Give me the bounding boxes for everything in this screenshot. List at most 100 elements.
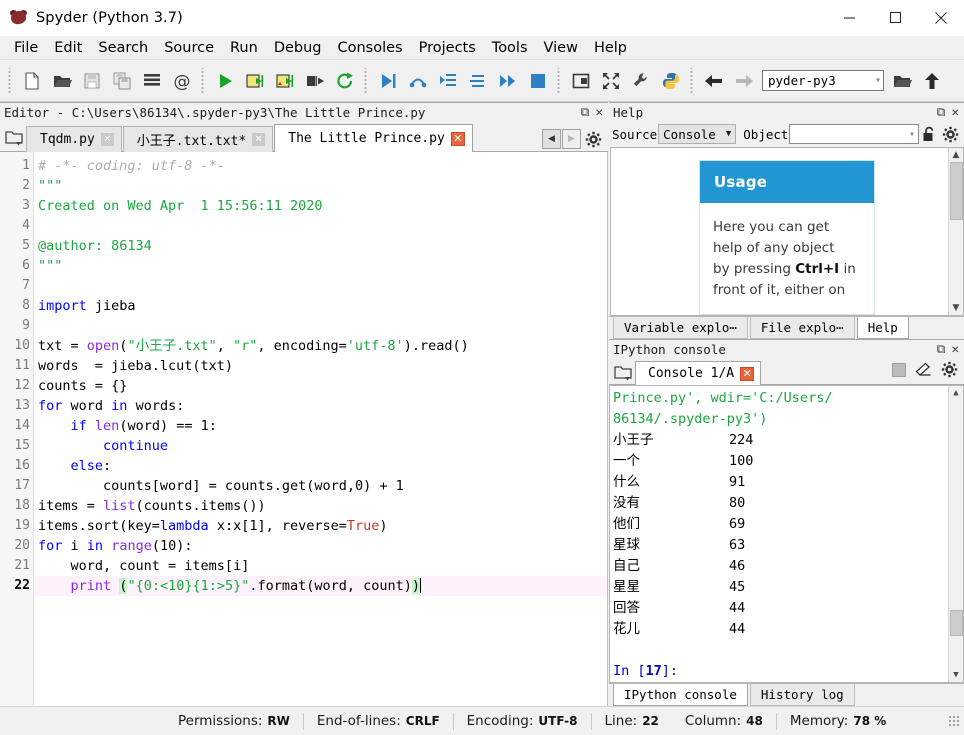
code-line[interactable]: import jieba (34, 296, 607, 316)
close-pane-icon[interactable]: ✕ (595, 105, 603, 119)
parent-directory-icon[interactable] (917, 66, 947, 96)
menu-help[interactable]: Help (586, 37, 635, 59)
code-line[interactable]: Created on Wed Apr 1 15:56:11 2020 (34, 196, 607, 216)
editor-tab-tqdm[interactable]: Tqdm.py ✕ (26, 126, 122, 152)
help-options-gear-icon[interactable] (939, 126, 961, 143)
toolbar-grip-4[interactable] (556, 67, 563, 94)
step-into-icon[interactable] (433, 66, 463, 96)
toolbar-grip-5[interactable] (689, 67, 696, 94)
file-switcher-icon[interactable] (137, 66, 167, 96)
close-pane-icon[interactable]: ✕ (951, 105, 959, 119)
code-line[interactable]: items.sort(key=lambda x:x[1], reverse=Tr… (34, 516, 607, 536)
debug-file-icon[interactable] (373, 66, 403, 96)
menu-run[interactable]: Run (222, 37, 266, 59)
menu-edit[interactable]: Edit (46, 37, 90, 59)
run-cell-icon[interactable] (240, 66, 270, 96)
scroll-up-icon[interactable]: ▲ (953, 386, 958, 400)
help-object-input[interactable]: ▾ (789, 124, 919, 144)
code-line[interactable]: """ (34, 256, 607, 276)
code-line[interactable]: for word in words: (34, 396, 607, 416)
menu-debug[interactable]: Debug (266, 37, 330, 59)
close-pane-icon[interactable]: ✕ (951, 342, 959, 356)
menu-file[interactable]: File (6, 37, 46, 59)
scroll-down-icon[interactable]: ▼ (953, 301, 960, 315)
code-line[interactable]: continue (34, 436, 607, 456)
help-source-combobox[interactable]: Console ▼ (658, 124, 737, 144)
back-icon[interactable] (699, 66, 729, 96)
code-line[interactable]: """ (34, 176, 607, 196)
code-line[interactable]: items = list(counts.items()) (34, 496, 607, 516)
scrollbar-thumb[interactable] (949, 162, 963, 220)
code-line[interactable]: # -*- coding: utf-8 -*- (34, 156, 607, 176)
tab-file-explorer[interactable]: File explo⋯ (749, 317, 855, 339)
preferences-icon[interactable] (626, 66, 656, 96)
editor-options-gear-icon[interactable] (582, 129, 604, 149)
open-file-icon[interactable] (47, 66, 77, 96)
step-over-icon[interactable] (403, 66, 433, 96)
save-file-icon[interactable] (77, 66, 107, 96)
close-button[interactable] (918, 0, 964, 36)
menu-projects[interactable]: Projects (411, 37, 484, 59)
code-line[interactable] (34, 216, 607, 236)
tab-ipython-console[interactable]: IPython console (613, 684, 748, 706)
new-file-icon[interactable] (17, 66, 47, 96)
code-line[interactable]: else: (34, 456, 607, 476)
menu-search[interactable]: Search (90, 37, 156, 59)
code-line[interactable]: counts[word] = counts.get(word,0) + 1 (34, 476, 607, 496)
undock-pane-icon[interactable]: ⧉ (937, 105, 946, 119)
tab-scroll-right[interactable]: ▶ (562, 129, 581, 149)
minimize-button[interactable] (826, 0, 872, 36)
undock-pane-icon[interactable]: ⧉ (937, 342, 946, 356)
code-line[interactable]: @author: 86134 (34, 236, 607, 256)
close-icon[interactable]: ✕ (740, 366, 755, 381)
help-vertical-scrollbar[interactable]: ▲ ▼ (948, 148, 963, 315)
close-icon[interactable]: ✕ (100, 133, 114, 146)
fullscreen-icon[interactable] (596, 66, 626, 96)
code-line[interactable]: for i in range(10): (34, 536, 607, 556)
find-symbol-icon[interactable]: @ (167, 66, 197, 96)
toolbar-grip-3[interactable] (363, 67, 370, 94)
scrollbar-thumb[interactable] (949, 610, 963, 636)
code-line[interactable]: counts = {} (34, 376, 607, 396)
continue-icon[interactable] (493, 66, 523, 96)
forward-icon[interactable] (729, 66, 759, 96)
clear-console-icon[interactable] (915, 362, 932, 380)
code-line[interactable]: print ("{0:<10}{1:>5}".format(word, coun… (34, 576, 607, 596)
console-options-gear-icon[interactable] (941, 361, 958, 381)
run-file-icon[interactable] (210, 66, 240, 96)
console-tab-1a[interactable]: Console 1/A ✕ (635, 361, 762, 385)
code-text[interactable]: # -*- coding: utf-8 -*- """ Created on Wed… (34, 152, 607, 706)
code-line[interactable]: txt = open("小王子.txt", "r", encoding='utf… (34, 336, 607, 356)
console-vertical-scrollbar[interactable]: ▲ ▼ (948, 386, 963, 682)
stop-kernel-icon[interactable] (892, 362, 906, 380)
browse-working-directory-icon[interactable] (887, 66, 917, 96)
pythonpath-manager-icon[interactable] (656, 66, 686, 96)
code-line[interactable] (34, 276, 607, 296)
toolbar-grip-2[interactable] (200, 67, 207, 94)
menu-source[interactable]: Source (156, 37, 222, 59)
step-return-icon[interactable] (463, 66, 493, 96)
close-icon[interactable]: ✕ (252, 133, 266, 146)
run-cell-advance-icon[interactable] (270, 66, 300, 96)
maximize-button[interactable] (872, 0, 918, 36)
editor-tab-the-little-prince[interactable]: The Little Prince.py ✕ (274, 124, 473, 152)
toolbar-grip[interactable] (7, 67, 14, 94)
scroll-up-icon[interactable]: ▲ (953, 148, 960, 162)
maximize-pane-icon[interactable] (566, 66, 596, 96)
resize-grip[interactable] (948, 714, 961, 728)
editor-tab-xiaowangzi[interactable]: 小王子.txt.txt* ✕ (122, 126, 274, 152)
run-selection-icon[interactable] (300, 66, 330, 96)
undock-pane-icon[interactable]: ⧉ (581, 105, 590, 119)
console-output[interactable]: Prince.py', wdir='C:/Users/86134/.spyder… (609, 385, 964, 683)
browse-console-tabs-icon[interactable] (611, 360, 635, 384)
menu-consoles[interactable]: Consoles (330, 37, 411, 59)
tab-scroll-left[interactable]: ◀ (542, 129, 561, 149)
browse-tabs-icon[interactable] (2, 124, 26, 150)
re-run-cell-icon[interactable] (330, 66, 360, 96)
scroll-down-icon[interactable]: ▼ (953, 668, 958, 682)
code-line[interactable]: if len(word) == 1: (34, 416, 607, 436)
close-icon[interactable]: ✕ (450, 131, 465, 146)
save-all-icon[interactable] (107, 66, 137, 96)
menu-tools[interactable]: Tools (484, 37, 536, 59)
code-line[interactable]: word, count = items[i] (34, 556, 607, 576)
